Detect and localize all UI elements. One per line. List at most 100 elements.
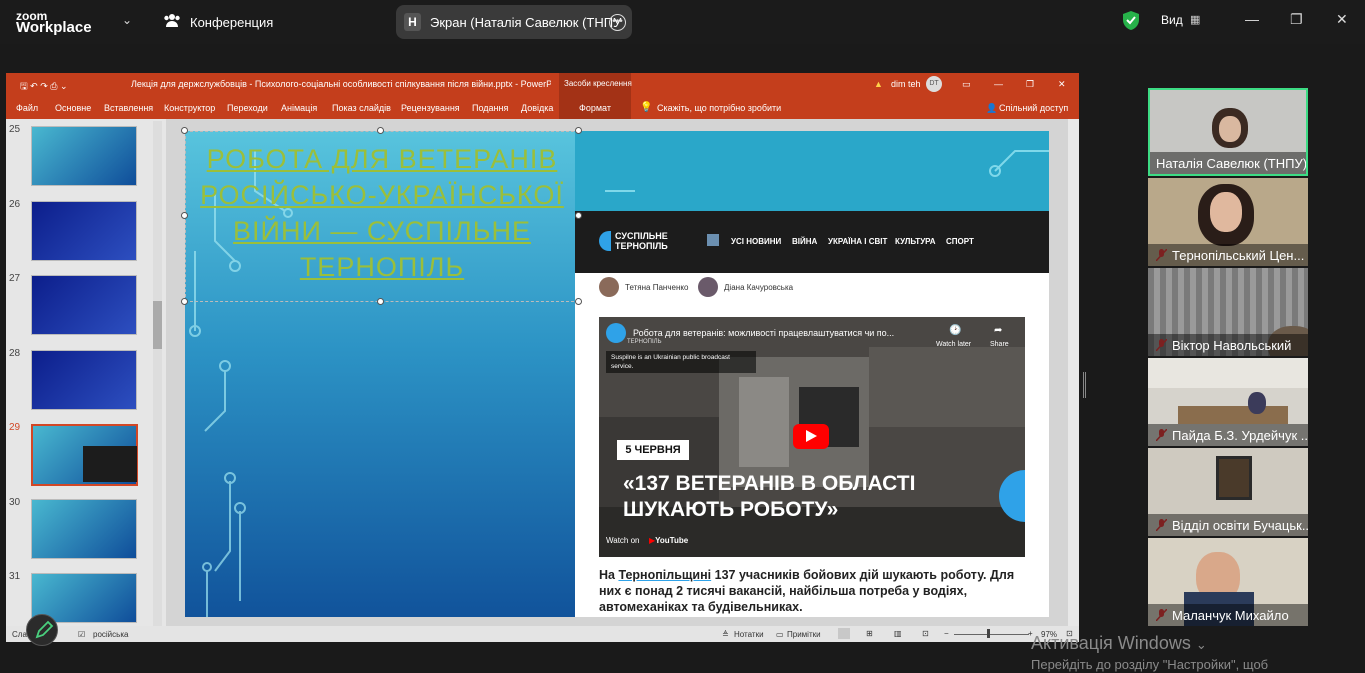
resize-handle[interactable] xyxy=(377,127,384,134)
restore-icon[interactable]: ❐ xyxy=(1026,79,1034,90)
tab-animation[interactable]: Анімація xyxy=(281,103,317,113)
slide-thumbnail-28[interactable] xyxy=(31,350,137,410)
site-logo: СУСПІЛЬНЕ ТЕРНОПІЛЬ xyxy=(615,231,668,251)
tab-slideshow[interactable]: Показ слайдів xyxy=(332,103,391,113)
view-menu[interactable]: Вид xyxy=(1161,13,1183,27)
annotate-button[interactable] xyxy=(26,614,58,646)
website-header-banner xyxy=(575,131,1049,211)
participant-tile[interactable]: Відділ освіти Бучацьк... xyxy=(1148,448,1308,536)
resize-handle[interactable] xyxy=(181,127,188,134)
current-slide[interactable]: РОБОТА ДЛЯ ВЕТЕРАНІВ РОСІЙСЬКО-УКРАЇНСЬК… xyxy=(185,131,1049,617)
minimize-icon[interactable]: — xyxy=(994,79,1003,89)
resize-handle[interactable] xyxy=(575,298,582,305)
more-icon[interactable]: ••• xyxy=(609,14,626,31)
home-icon xyxy=(707,234,719,246)
resize-handle[interactable] xyxy=(575,212,582,219)
tab-design[interactable]: Конструктор xyxy=(164,103,215,113)
author-name: Тетяна Панченко xyxy=(625,283,689,292)
normal-view-icon[interactable] xyxy=(838,628,850,639)
warning-icon[interactable]: ▲ xyxy=(874,79,883,89)
thumbnail-scrollbar-thumb[interactable] xyxy=(153,301,162,349)
tab-insert[interactable]: Вставлення xyxy=(104,103,153,113)
slide-number: 26 xyxy=(9,199,21,210)
slide-thumbnail-27[interactable] xyxy=(31,275,137,335)
watch-later-label: Watch later xyxy=(936,341,972,348)
security-shield-icon[interactable] xyxy=(1123,11,1139,30)
notes-icon[interactable]: ≜ xyxy=(722,630,729,639)
participant-tile-active[interactable]: Наталія Савелюк (ТНПУ) xyxy=(1148,88,1308,176)
nav-all-news: УСІ НОВИНИ xyxy=(731,237,782,246)
screen-share-label[interactable]: Экран (Наталія Савелюк (ТНПУ xyxy=(430,15,621,30)
zoom-out-icon[interactable]: − xyxy=(944,629,949,638)
tell-me-search[interactable]: Скажіть, що потрібно зробити xyxy=(657,103,781,113)
panel-splitter[interactable] xyxy=(1083,372,1086,398)
tab-format[interactable]: Формат xyxy=(579,103,611,113)
tab-home[interactable]: Основне xyxy=(55,103,91,113)
tab-review[interactable]: Рецензування xyxy=(401,103,460,113)
close-icon[interactable]: ✕ xyxy=(1058,79,1066,90)
thumbnail-scrollbar[interactable] xyxy=(153,121,162,626)
video-headline-1: «137 ВЕТЕРАНІВ В ОБЛАСТІ xyxy=(623,472,916,495)
participant-name: Тернопільський Цен... xyxy=(1148,244,1308,266)
author-avatar xyxy=(698,277,718,297)
participant-tile[interactable]: Пайда Б.З. Урдейчук ... xyxy=(1148,358,1308,446)
nav-culture: КУЛЬТУРА xyxy=(895,237,936,246)
participant-face xyxy=(1219,116,1241,142)
video-headline-2: ШУКАЮТЬ РОБОТУ» xyxy=(623,498,839,521)
share-button[interactable]: Спільний доступ xyxy=(999,103,1068,113)
status-language[interactable]: російська xyxy=(93,630,128,639)
resize-handle[interactable] xyxy=(575,127,582,134)
user-avatar[interactable]: DT xyxy=(926,76,942,92)
nav-war: ВІЙНА xyxy=(792,237,818,246)
participant-name: Пайда Б.З. Урдейчук ... xyxy=(1148,424,1308,446)
zoom-logo-product[interactable]: Workplace xyxy=(16,19,92,36)
view-grid-icon[interactable]: ▦ xyxy=(1190,13,1200,26)
participant-name: Маланчук Михайло xyxy=(1148,604,1308,626)
tab-help[interactable]: Довідка xyxy=(521,103,553,113)
zoom-slider[interactable] xyxy=(954,634,1029,635)
tab-file[interactable]: Файл xyxy=(16,103,38,113)
sharer-avatar: Н xyxy=(404,13,421,31)
participant-tile[interactable]: Маланчук Михайло xyxy=(1148,538,1308,626)
slide-thumbnail-25[interactable] xyxy=(31,126,137,186)
participant-video xyxy=(1148,358,1308,388)
comments-button[interactable]: Примітки xyxy=(787,630,821,639)
participant-tile[interactable]: Тернопільський Цен... xyxy=(1148,178,1308,266)
slide-thumbnail-30[interactable] xyxy=(31,499,137,559)
channel-avatar xyxy=(606,323,626,343)
tab-transitions[interactable]: Переходи xyxy=(227,103,268,113)
editor-scrollbar[interactable] xyxy=(1068,119,1079,626)
resize-handle[interactable] xyxy=(181,212,188,219)
comments-icon[interactable]: ▭ xyxy=(776,630,784,639)
reading-view-icon[interactable]: ▥ xyxy=(894,629,902,638)
resize-handle[interactable] xyxy=(181,298,188,305)
chevron-down-icon[interactable]: ⌄ xyxy=(122,13,132,27)
ribbon-display-icon[interactable]: ▭ xyxy=(962,79,971,90)
minimize-icon[interactable]: — xyxy=(1245,11,1259,27)
chevron-down-icon: ⌄ xyxy=(1195,637,1207,652)
slide-thumbnail-29-selected[interactable] xyxy=(31,424,138,486)
notes-button[interactable]: Нотатки xyxy=(734,630,764,639)
suspilne-note: Suspilne is an Ukrainian public broadcas… xyxy=(606,351,756,373)
participant-name: Віктор Навольський xyxy=(1148,334,1308,356)
restore-icon[interactable]: ❐ xyxy=(1290,11,1303,28)
wall-icon-picture xyxy=(1216,456,1252,500)
conference-label[interactable]: Конференция xyxy=(190,15,273,30)
spellcheck-icon[interactable]: ☑ xyxy=(78,630,85,639)
share-label: Share xyxy=(990,341,1009,348)
slide-sorter-icon[interactable]: ⊞ xyxy=(866,629,873,638)
youtube-logo: ▶YouTube xyxy=(649,536,689,545)
save-icon[interactable]: 🖫 ↶ ↷ ⎙ ⌄ xyxy=(20,79,68,95)
zoom-top-bar: zoom Workplace ⌄ Конференция Н Экран (На… xyxy=(0,0,1365,44)
share-icon[interactable]: 👤 xyxy=(986,103,997,114)
resize-handle[interactable] xyxy=(377,298,384,305)
slideshow-icon[interactable]: ⊡ xyxy=(922,629,929,638)
participant-tile[interactable]: Віктор Навольський xyxy=(1148,268,1308,356)
lightbulb-icon: 💡 xyxy=(640,102,653,113)
slide-thumbnail-26[interactable] xyxy=(31,201,137,261)
zoom-slider-thumb[interactable] xyxy=(987,629,990,638)
tab-view[interactable]: Подання xyxy=(472,103,508,113)
close-icon[interactable]: ✕ xyxy=(1336,11,1348,28)
participants-icon xyxy=(163,13,181,31)
user-name[interactable]: dim teh xyxy=(891,79,921,89)
